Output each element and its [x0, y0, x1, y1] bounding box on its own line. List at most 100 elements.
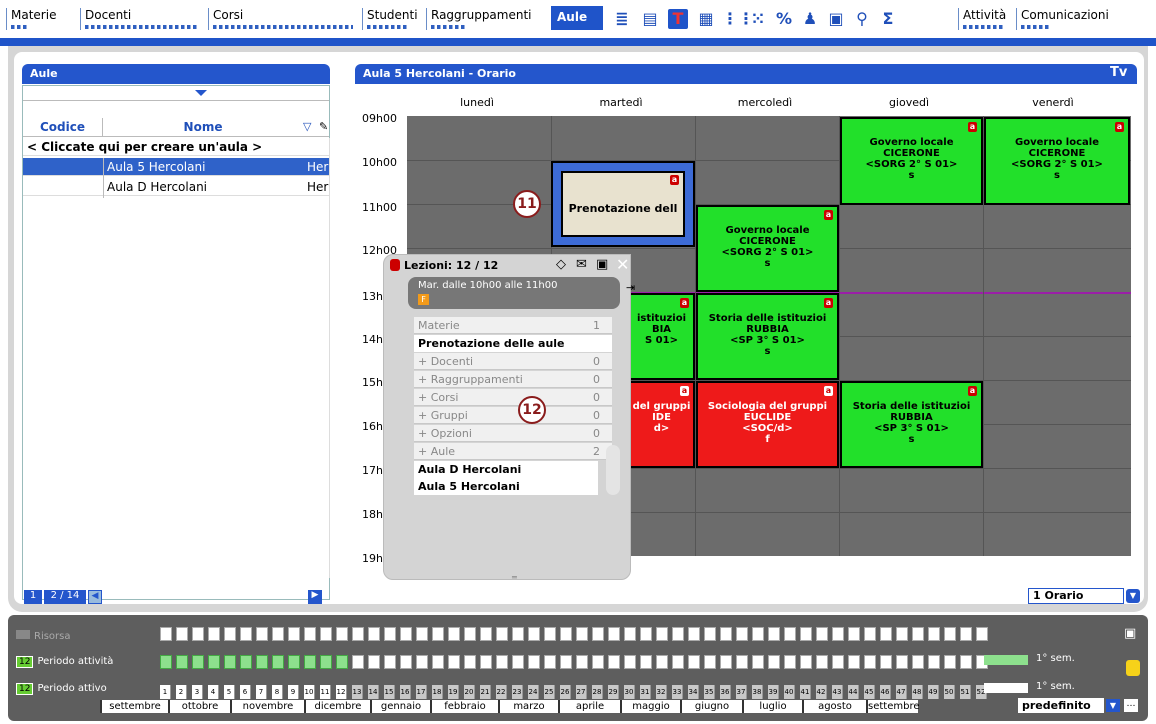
period-cell[interactable]: [752, 627, 764, 641]
period-cell[interactable]: [912, 655, 924, 669]
period-cell[interactable]: [176, 655, 188, 669]
popup-row-raggruppamenti[interactable]: + Raggruppamenti 0: [414, 371, 612, 388]
week-cell[interactable]: 2: [176, 685, 187, 699]
search-icon[interactable]: ⚲: [852, 9, 872, 29]
period-cell[interactable]: [768, 627, 780, 641]
period-cell[interactable]: [880, 655, 892, 669]
week-cell[interactable]: 29: [608, 685, 619, 699]
tab-docenti[interactable]: Docenti: [80, 8, 204, 30]
period-cell[interactable]: [544, 627, 556, 641]
selected-course-block[interactable]: Prenotazione dell a: [551, 161, 695, 247]
popup-row-docenti[interactable]: + Docenti 0: [414, 353, 612, 370]
period-cell[interactable]: [784, 627, 796, 641]
reservation-block[interactable]: Prenotazione dell: [561, 171, 685, 237]
period-cell[interactable]: [816, 627, 828, 641]
period-cell[interactable]: [288, 655, 300, 669]
period-cell[interactable]: [400, 655, 412, 669]
period-cell[interactable]: [800, 627, 812, 641]
period-cell[interactable]: [240, 655, 252, 669]
period-cell[interactable]: [576, 627, 588, 641]
week-cell[interactable]: 36: [720, 685, 731, 699]
period-cell[interactable]: [464, 627, 476, 641]
week-cell[interactable]: 11: [320, 685, 331, 699]
calendar-icon[interactable]: ▤: [640, 9, 660, 29]
table-row[interactable]: Aula D Hercolani Her: [23, 178, 329, 196]
period-cell[interactable]: [256, 655, 268, 669]
wrench-icon[interactable]: ✎: [319, 120, 328, 133]
period-cell[interactable]: [928, 655, 940, 669]
week-cell[interactable]: 8: [272, 685, 283, 699]
period-cell[interactable]: [272, 655, 284, 669]
period-cell[interactable]: [656, 627, 668, 641]
week-cell[interactable]: 32: [656, 685, 667, 699]
popup-row-gruppi[interactable]: + Gruppi 0: [414, 407, 612, 424]
pager-first[interactable]: 1: [24, 590, 42, 604]
week-cell[interactable]: 14: [368, 685, 379, 699]
week-cell[interactable]: 47: [896, 685, 907, 699]
week-cell[interactable]: 1: [160, 685, 171, 699]
scrollbar-track[interactable]: [329, 138, 330, 578]
period-cell[interactable]: [304, 655, 316, 669]
week-cell[interactable]: 38: [752, 685, 763, 699]
period-cell[interactable]: [496, 655, 508, 669]
period-cell[interactable]: [304, 627, 316, 641]
sum-icon[interactable]: Σ: [878, 9, 898, 29]
column-header-nome[interactable]: Nome: [103, 118, 303, 136]
tab-comunicazioni[interactable]: Comunicazioni: [1016, 8, 1146, 30]
period-cell[interactable]: [512, 655, 524, 669]
week-cell[interactable]: 48: [912, 685, 923, 699]
period-cell[interactable]: [352, 627, 364, 641]
period-cell[interactable]: [848, 655, 860, 669]
print-icon[interactable]: ▣: [826, 9, 846, 29]
period-cell[interactable]: [272, 627, 284, 641]
tag-icon[interactable]: ◇: [556, 257, 566, 272]
week-cell[interactable]: 39: [768, 685, 779, 699]
course-block[interactable]: a del gruppi IDE d>: [628, 381, 695, 468]
period-cell[interactable]: [368, 655, 380, 669]
week-cell[interactable]: 42: [816, 685, 827, 699]
week-cell[interactable]: 5: [224, 685, 235, 699]
period-cell[interactable]: [480, 655, 492, 669]
chevron-down-icon[interactable]: ▼: [1106, 699, 1120, 712]
timetable-icon[interactable]: T: [668, 9, 688, 29]
period-cell[interactable]: [640, 655, 652, 669]
week-cell[interactable]: 19: [448, 685, 459, 699]
course-block[interactable]: a Storia delle istituzioi RUBBIA <SP 3° S 0…: [840, 381, 983, 468]
period-cell[interactable]: [352, 655, 364, 669]
period-cell[interactable]: [816, 655, 828, 669]
period-cell[interactable]: [688, 655, 700, 669]
period-cell[interactable]: [368, 627, 380, 641]
scroll-left-icon[interactable]: ◀: [88, 590, 102, 604]
week-cell[interactable]: 20: [464, 685, 475, 699]
column-header-codice[interactable]: Codice: [23, 118, 103, 136]
period-cell[interactable]: [256, 627, 268, 641]
mail-icon[interactable]: ✉: [576, 257, 587, 272]
popup-row-materie[interactable]: Materie 1: [414, 317, 612, 334]
period-cell[interactable]: [608, 627, 620, 641]
period-cell[interactable]: [240, 627, 252, 641]
period-cell[interactable]: [192, 627, 204, 641]
period-cell[interactable]: [944, 627, 956, 641]
period-cell[interactable]: [736, 627, 748, 641]
percent-icon[interactable]: %: [774, 9, 794, 29]
note-icon[interactable]: ▣: [1124, 626, 1136, 641]
week-cell[interactable]: 37: [736, 685, 747, 699]
period-cell[interactable]: [704, 627, 716, 641]
period-cell[interactable]: [672, 655, 684, 669]
period-cell[interactable]: [944, 655, 956, 669]
week-cell[interactable]: 26: [560, 685, 571, 699]
week-cell[interactable]: 3: [192, 685, 203, 699]
period-cell[interactable]: [448, 655, 460, 669]
period-cell[interactable]: [928, 627, 940, 641]
period-cell[interactable]: [864, 655, 876, 669]
period-cell[interactable]: [752, 655, 764, 669]
week-cell[interactable]: 18: [432, 685, 443, 699]
scroll-right-icon[interactable]: ▶: [308, 590, 322, 604]
table-row[interactable]: Aula 5 Hercolani Her: [23, 158, 329, 176]
period-cell[interactable]: [160, 655, 172, 669]
period-cell[interactable]: [560, 627, 572, 641]
period-cell[interactable]: [832, 627, 844, 641]
period-cell[interactable]: [848, 627, 860, 641]
period-cell[interactable]: [672, 627, 684, 641]
list-icon[interactable]: ≣: [612, 9, 632, 29]
